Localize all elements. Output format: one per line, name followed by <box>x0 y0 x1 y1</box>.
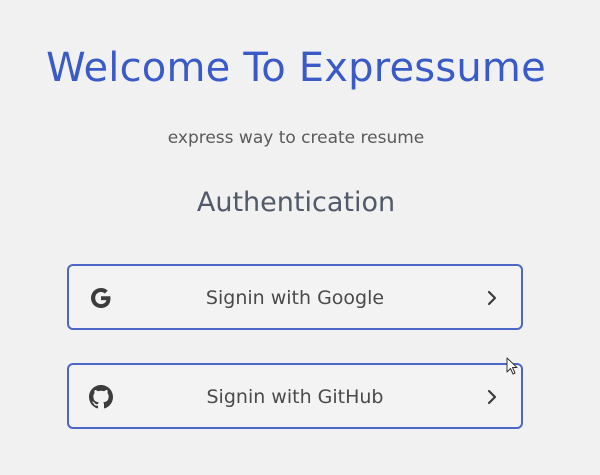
page-subtitle: express way to create resume <box>167 128 425 148</box>
mouse-cursor-icon <box>506 357 518 375</box>
chevron-right-icon <box>487 290 497 306</box>
auth-page: Welcome To Expressume express way to cre… <box>0 0 600 475</box>
signin-github-button[interactable]: Signin with GitHub <box>67 363 523 429</box>
chevron-right-icon <box>487 389 497 405</box>
page-title: Welcome To Expressume <box>46 45 546 91</box>
auth-heading: Authentication <box>196 187 396 218</box>
signin-google-label: Signin with Google <box>205 287 385 309</box>
signin-google-button[interactable]: Signin with Google <box>67 264 523 330</box>
signin-github-label: Signin with GitHub <box>206 386 384 408</box>
